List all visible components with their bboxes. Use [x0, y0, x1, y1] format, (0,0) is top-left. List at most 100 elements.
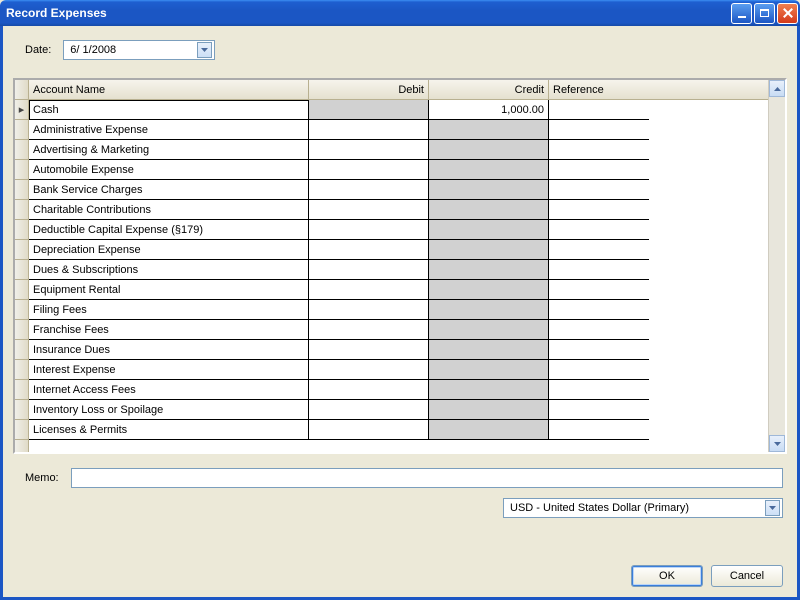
col-header-name[interactable]: Account Name — [29, 80, 309, 99]
table-row[interactable]: Administrative Expense — [29, 120, 768, 140]
cell-reference[interactable] — [549, 280, 649, 300]
cell-account-name[interactable]: Advertising & Marketing — [29, 140, 309, 160]
table-row[interactable]: Equipment Rental — [29, 280, 768, 300]
date-dropdown-button[interactable] — [197, 42, 212, 58]
memo-input[interactable] — [71, 468, 783, 488]
cell-reference[interactable] — [549, 300, 649, 320]
cell-debit[interactable] — [309, 300, 429, 320]
cell-reference[interactable] — [549, 160, 649, 180]
cell-account-name[interactable]: Equipment Rental — [29, 280, 309, 300]
table-row[interactable]: Interest Expense — [29, 360, 768, 380]
cell-debit[interactable] — [309, 180, 429, 200]
cell-account-name[interactable]: Internet Access Fees — [29, 380, 309, 400]
cell-debit[interactable] — [309, 360, 429, 380]
table-row[interactable]: Depreciation Expense — [29, 240, 768, 260]
row-header-cell[interactable] — [15, 240, 28, 260]
minimize-button[interactable] — [731, 3, 752, 24]
cell-debit[interactable] — [309, 280, 429, 300]
cell-debit[interactable] — [309, 420, 429, 440]
cell-account-name[interactable]: Franchise Fees — [29, 320, 309, 340]
cell-account-name[interactable]: Depreciation Expense — [29, 240, 309, 260]
table-row[interactable]: Inventory Loss or Spoilage — [29, 400, 768, 420]
row-header-cell[interactable] — [15, 380, 28, 400]
cell-reference[interactable] — [549, 140, 649, 160]
row-header-cell[interactable] — [15, 140, 28, 160]
row-header-cell[interactable] — [15, 300, 28, 320]
cell-debit[interactable] — [309, 240, 429, 260]
cell-account-name[interactable]: Bank Service Charges — [29, 180, 309, 200]
row-header-cell[interactable] — [15, 220, 28, 240]
cell-reference[interactable] — [549, 320, 649, 340]
col-header-debit[interactable]: Debit — [309, 80, 429, 99]
col-header-reference[interactable]: Reference — [549, 80, 649, 99]
cell-debit[interactable] — [309, 340, 429, 360]
cell-account-name[interactable]: Cash — [29, 100, 309, 120]
vertical-scrollbar[interactable] — [768, 80, 785, 452]
table-row[interactable]: Cash 1,000.00 — [29, 100, 768, 120]
cell-account-name[interactable]: Insurance Dues — [29, 340, 309, 360]
close-button[interactable] — [777, 3, 798, 24]
row-header-cell[interactable] — [15, 200, 28, 220]
row-header-cell[interactable] — [15, 340, 28, 360]
scroll-up-button[interactable] — [769, 80, 785, 97]
row-header-cell[interactable] — [15, 280, 28, 300]
cell-reference[interactable] — [549, 120, 649, 140]
row-header-cell[interactable] — [15, 400, 28, 420]
currency-select[interactable]: USD - United States Dollar (Primary) — [503, 498, 783, 518]
cell-reference[interactable] — [549, 360, 649, 380]
cell-debit[interactable] — [309, 120, 429, 140]
table-row[interactable]: Bank Service Charges — [29, 180, 768, 200]
cell-account-name[interactable]: Charitable Contributions — [29, 200, 309, 220]
row-header-cell[interactable] — [15, 120, 28, 140]
row-header-cell[interactable] — [15, 420, 28, 440]
cell-debit[interactable] — [309, 260, 429, 280]
row-header-cell[interactable]: ▸ — [15, 100, 28, 120]
cell-account-name[interactable]: Licenses & Permits — [29, 420, 309, 440]
cell-account-name[interactable]: Inventory Loss or Spoilage — [29, 400, 309, 420]
table-row[interactable]: Insurance Dues — [29, 340, 768, 360]
cell-reference[interactable] — [549, 220, 649, 240]
cell-debit[interactable] — [309, 380, 429, 400]
table-row[interactable]: Franchise Fees — [29, 320, 768, 340]
table-row[interactable]: Filing Fees — [29, 300, 768, 320]
cell-debit[interactable] — [309, 140, 429, 160]
row-header-cell[interactable] — [15, 180, 28, 200]
cell-account-name[interactable]: Interest Expense — [29, 360, 309, 380]
cell-debit[interactable] — [309, 320, 429, 340]
cell-account-name[interactable]: Dues & Subscriptions — [29, 260, 309, 280]
cell-debit[interactable] — [309, 200, 429, 220]
table-row[interactable]: Internet Access Fees — [29, 380, 768, 400]
cell-account-name[interactable]: Administrative Expense — [29, 120, 309, 140]
cell-reference[interactable] — [549, 180, 649, 200]
table-row[interactable]: Automobile Expense — [29, 160, 768, 180]
cell-reference[interactable] — [549, 200, 649, 220]
ok-button[interactable]: OK — [631, 565, 703, 587]
table-row[interactable]: Charitable Contributions — [29, 200, 768, 220]
cell-account-name[interactable]: Automobile Expense — [29, 160, 309, 180]
cell-debit[interactable] — [309, 220, 429, 240]
row-header-cell[interactable] — [15, 360, 28, 380]
cell-reference[interactable] — [549, 260, 649, 280]
cell-reference[interactable] — [549, 400, 649, 420]
titlebar[interactable]: Record Expenses — [0, 0, 800, 26]
cell-reference[interactable] — [549, 100, 649, 120]
row-header-cell[interactable] — [15, 160, 28, 180]
scroll-down-button[interactable] — [769, 435, 785, 452]
cell-reference[interactable] — [549, 240, 649, 260]
cell-reference[interactable] — [549, 420, 649, 440]
cell-debit[interactable] — [309, 160, 429, 180]
table-row[interactable]: Advertising & Marketing — [29, 140, 768, 160]
currency-dropdown-button[interactable] — [765, 500, 780, 516]
col-header-credit[interactable]: Credit — [429, 80, 549, 99]
row-header-cell[interactable] — [15, 320, 28, 340]
cell-credit[interactable]: 1,000.00 — [429, 100, 549, 120]
row-header-cell[interactable] — [15, 260, 28, 280]
cell-debit[interactable] — [309, 400, 429, 420]
cell-account-name[interactable]: Filing Fees — [29, 300, 309, 320]
cell-account-name[interactable]: Deductible Capital Expense (§179) — [29, 220, 309, 240]
table-row[interactable]: Deductible Capital Expense (§179) — [29, 220, 768, 240]
cancel-button[interactable]: Cancel — [711, 565, 783, 587]
table-row[interactable]: Dues & Subscriptions — [29, 260, 768, 280]
table-row[interactable]: Licenses & Permits — [29, 420, 768, 440]
maximize-button[interactable] — [754, 3, 775, 24]
